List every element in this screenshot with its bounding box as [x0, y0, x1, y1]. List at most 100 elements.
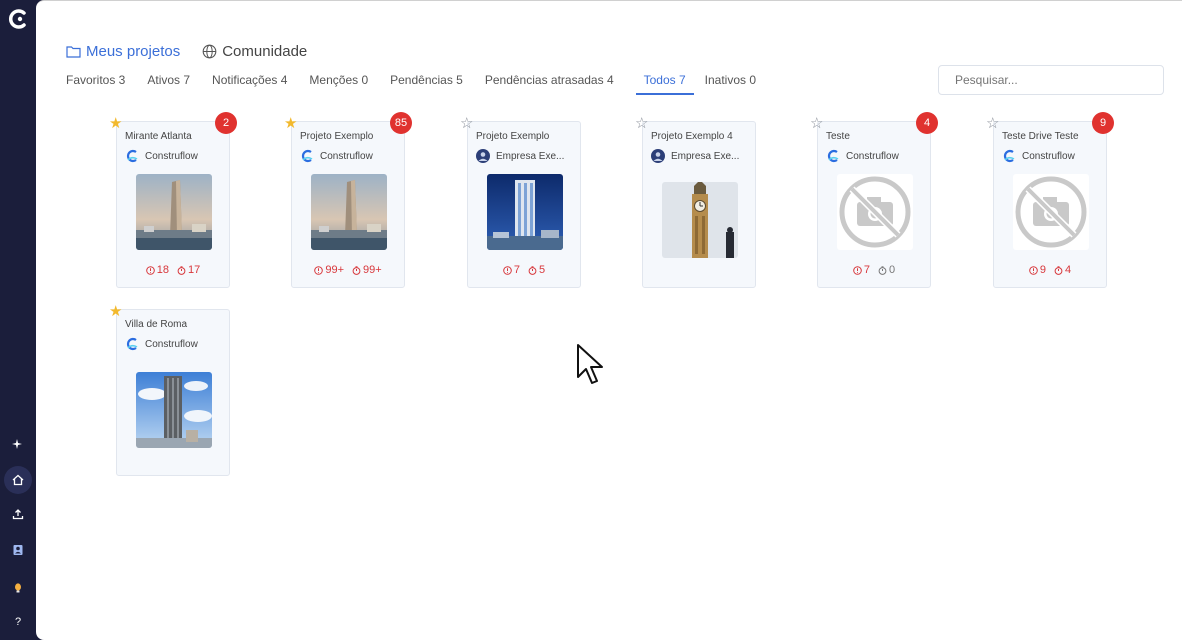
construflow-icon [1003, 149, 1015, 163]
user-icon[interactable] [4, 536, 32, 564]
project-stats: 9 4 [994, 264, 1106, 276]
timer-icon [878, 265, 887, 275]
alert-circle-icon [314, 265, 324, 275]
tower-photo [311, 174, 387, 250]
project-title: Teste Drive Teste [1002, 131, 1079, 142]
alert-circle-icon [145, 265, 155, 275]
pending-count: 7 [863, 264, 870, 276]
lightbulb-icon[interactable] [4, 574, 32, 602]
company: Construflow [826, 149, 899, 163]
company-name: Construflow [320, 150, 373, 162]
pending-stat: 7 [853, 264, 870, 276]
filter-ativos[interactable]: Ativos 7 [147, 73, 201, 95]
pending-count: 99+ [325, 264, 344, 276]
sparkle-icon[interactable] [4, 430, 32, 458]
construflow-icon [126, 337, 138, 351]
project-card[interactable]: ☆ Projeto Exemplo 4 Empresa Exe... [635, 116, 756, 288]
construflow-icon [126, 149, 138, 163]
project-card[interactable]: ★ 2 Mirante Atlanta Construflow 18 17 [109, 112, 237, 288]
upload-icon[interactable] [4, 500, 32, 528]
star-outline-icon[interactable]: ☆ [460, 116, 473, 131]
construflow-icon [827, 149, 839, 163]
star-icon[interactable]: ★ [284, 116, 297, 131]
alert-circle-icon [853, 265, 862, 275]
skyscraper-photo [136, 372, 212, 448]
late-stat: 17 [177, 264, 200, 276]
pending-count: 7 [513, 264, 520, 276]
alert-circle-icon [1029, 265, 1038, 275]
tab-comunidade[interactable]: Comunidade [202, 43, 307, 60]
late-count: 17 [188, 264, 201, 276]
late-count: 4 [1065, 264, 1072, 276]
late-stat: 4 [1054, 264, 1071, 276]
company-avatar-icon [651, 149, 665, 163]
company-name: Empresa Exe... [496, 150, 565, 162]
late-count: 5 [539, 264, 546, 276]
company-name: Construflow [145, 150, 198, 162]
main-panel: Meus projetos Comunidade Favoritos 3 Ati… [36, 0, 1182, 640]
project-card[interactable]: ★ Villa de Roma Construflow [109, 304, 230, 476]
star-outline-icon[interactable]: ☆ [810, 116, 823, 131]
sidebar: ? [0, 0, 36, 640]
timer-icon [528, 265, 537, 275]
big-ben-photo [662, 182, 738, 258]
company: Construflow [1002, 149, 1075, 163]
filter-pendencias[interactable]: Pendências 5 [390, 73, 474, 95]
project-card[interactable]: ☆ 4 Teste Construflow 7 0 [810, 112, 938, 288]
star-icon[interactable]: ★ [109, 116, 122, 131]
company-avatar-icon [476, 149, 490, 163]
globe-icon [202, 44, 217, 59]
company-name: Construflow [1022, 150, 1075, 162]
help-icon[interactable]: ? [4, 608, 32, 636]
project-stats: 7 0 [818, 264, 930, 276]
company-name: Empresa Exe... [671, 150, 740, 162]
company-name: Construflow [145, 338, 198, 350]
home-icon[interactable] [4, 466, 32, 494]
late-count: 99+ [363, 264, 382, 276]
project-stats: 18 17 [117, 264, 229, 276]
company: Empresa Exe... [476, 149, 564, 163]
construflow-icon [301, 149, 313, 163]
star-outline-icon[interactable]: ☆ [986, 116, 999, 131]
construflow-logo-icon[interactable] [7, 8, 29, 30]
company-name: Construflow [846, 150, 899, 162]
company: Construflow [125, 337, 198, 351]
star-outline-icon[interactable]: ☆ [635, 116, 648, 131]
pending-count: 9 [1039, 264, 1046, 276]
company: Empresa Exe... [651, 149, 739, 163]
project-title: Projeto Exemplo 4 [651, 131, 733, 142]
filter-notificacoes[interactable]: Notificações 4 [212, 73, 298, 95]
company: Construflow [125, 149, 198, 163]
folder-icon [66, 46, 81, 58]
no-photo-icon [1013, 174, 1089, 250]
project-stats: 99+ 99+ [292, 264, 404, 276]
mouse-cursor-icon [577, 344, 603, 384]
project-title: Projeto Exemplo [300, 131, 374, 142]
tab-meus-projetos[interactable]: Meus projetos [66, 43, 180, 60]
search-input[interactable] [938, 65, 1164, 95]
project-title: Projeto Exemplo [476, 131, 550, 142]
filter-pendencias-atrasadas[interactable]: Pendências atrasadas 4 [485, 73, 625, 95]
project-card[interactable]: ☆ Projeto Exemplo Empresa Exe... 7 5 [460, 116, 581, 288]
timer-icon [177, 265, 186, 275]
pending-stat: 9 [1029, 264, 1046, 276]
project-stats: 7 5 [468, 264, 580, 276]
company: Construflow [300, 149, 373, 163]
project-card[interactable]: ☆ 9 Teste Drive Teste Construflow 9 4 [986, 112, 1114, 288]
pending-count: 18 [156, 264, 169, 276]
pending-stat: 18 [145, 264, 169, 276]
filter-todos-label: Todos 7 [643, 73, 686, 87]
filter-mencoes[interactable]: Menções 0 [309, 73, 379, 95]
filter-todos[interactable]: Todos 7 [635, 73, 694, 95]
tower-photo [136, 174, 212, 250]
tab-label: Comunidade [222, 43, 308, 60]
building-night-photo [487, 174, 563, 250]
pending-stat: 99+ [314, 264, 344, 276]
star-icon[interactable]: ★ [109, 304, 122, 319]
filter-favoritos[interactable]: Favoritos 3 [66, 73, 136, 95]
late-stat: 99+ [352, 264, 382, 276]
filter-inativos[interactable]: Inativos 0 [705, 73, 767, 95]
no-photo-icon [837, 174, 913, 250]
filter-tabs: Favoritos 3 Ativos 7 Notificações 4 Menç… [66, 73, 778, 95]
project-card[interactable]: ★ 85 Projeto Exemplo Construflow 99+ 99+ [284, 112, 412, 288]
